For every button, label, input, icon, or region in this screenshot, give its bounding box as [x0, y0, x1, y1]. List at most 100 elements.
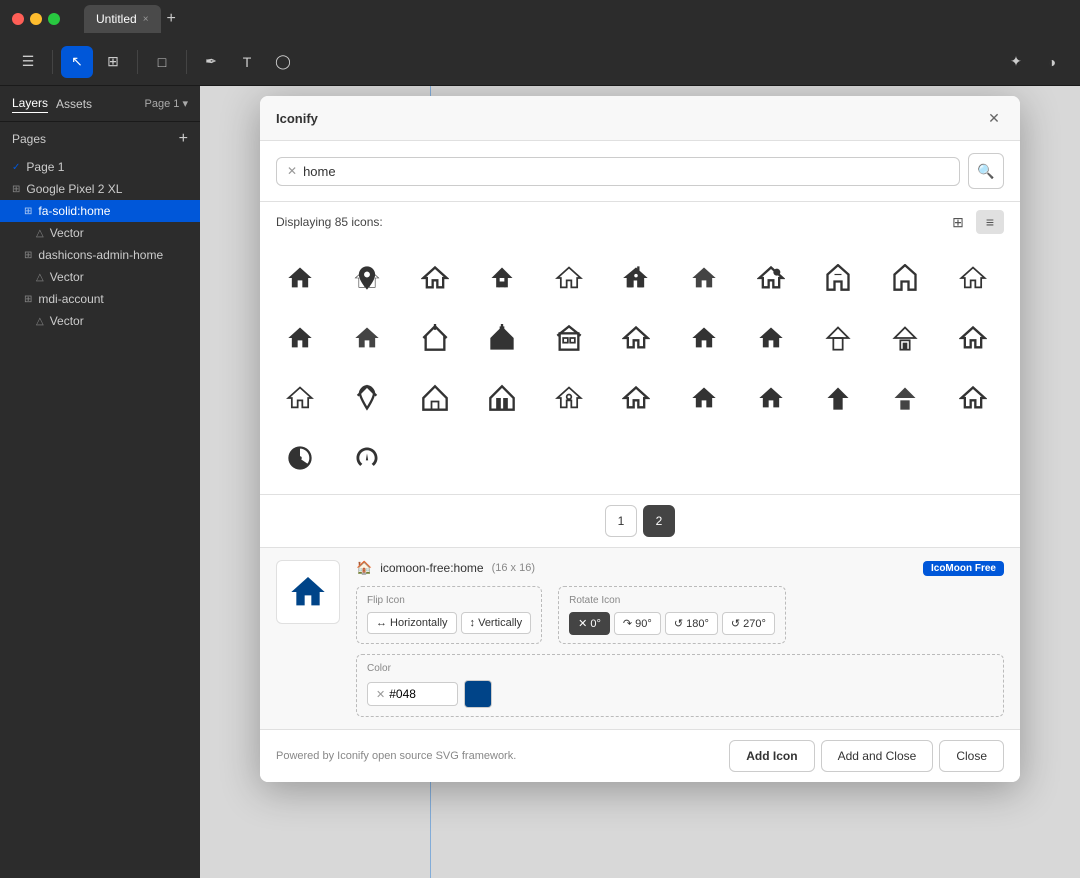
close-traffic-light[interactable] [12, 13, 24, 25]
maximize-traffic-light[interactable] [48, 13, 60, 25]
icon-cell-2[interactable] [339, 250, 395, 306]
color-label: Color [367, 663, 993, 674]
icon-cell-26[interactable] [474, 370, 530, 426]
assets-tab[interactable]: Assets [56, 95, 92, 113]
icon-cell-29[interactable] [676, 370, 732, 426]
icon-grid [260, 242, 1020, 495]
icon-cell-35[interactable] [339, 430, 395, 486]
comment-tool-button[interactable]: ◯ [267, 46, 299, 78]
icon-cell-12[interactable] [272, 310, 328, 366]
toolbar-right: ✦ ◑ [1000, 46, 1068, 78]
color-row: ✕ [367, 680, 993, 708]
frame-tool-icon: ⊞ [107, 53, 119, 70]
add-page-button[interactable]: + [179, 130, 188, 148]
icon-cell-32[interactable] [877, 370, 933, 426]
page-indicator: Page 1 ▾ [145, 97, 188, 110]
sidebar-layer-vector-1[interactable]: △ Vector [0, 222, 200, 244]
page-1-button[interactable]: 1 [605, 505, 637, 537]
icon-cell-20[interactable] [810, 310, 866, 366]
layers-tab[interactable]: Layers [12, 94, 48, 113]
icon-cell-4[interactable] [474, 250, 530, 306]
icon-cell-10[interactable] [877, 250, 933, 306]
icon-cell-11[interactable] [945, 250, 1001, 306]
icon-cell-24[interactable] [339, 370, 395, 426]
icon-cell-1[interactable] [272, 250, 328, 306]
icon-cell-5[interactable] [541, 250, 597, 306]
page-2-button[interactable]: 2 [643, 505, 675, 537]
flip-horizontal-button[interactable]: ↔ Horizontally [367, 612, 457, 634]
dialog-title: Iconify [276, 111, 318, 126]
icon-cell-31[interactable] [810, 370, 866, 426]
shape-tool-button[interactable]: □ [146, 46, 178, 78]
tab-label: Untitled [96, 12, 137, 26]
dialog-header: Iconify ✕ [260, 96, 1020, 141]
icon-cell-6[interactable] [608, 250, 664, 306]
tab-close-icon[interactable]: × [143, 14, 149, 25]
icon-cell-23[interactable] [272, 370, 328, 426]
sidebar-layer-vector-3[interactable]: △ Vector [0, 310, 200, 332]
add-icon-button[interactable]: Add Icon [729, 740, 814, 772]
rotate-90-button[interactable]: ↷ 90° [614, 612, 661, 635]
icon-cell-30[interactable] [743, 370, 799, 426]
menu-button[interactable]: ☰ [12, 46, 44, 78]
icon-cell-14[interactable] [407, 310, 463, 366]
new-tab-button[interactable]: + [167, 10, 176, 28]
action-buttons: Add Icon Add and Close Close [729, 740, 1004, 772]
component-button[interactable]: ✦ [1000, 46, 1032, 78]
minimize-traffic-light[interactable] [30, 13, 42, 25]
theme-button[interactable]: ◑ [1036, 46, 1068, 78]
text-tool-button[interactable]: T [231, 46, 263, 78]
selected-icon-size: (16 x 16) [492, 562, 535, 574]
dialog-close-button[interactable]: ✕ [984, 108, 1004, 128]
frame-icon: ⊞ [12, 184, 20, 195]
rotate-buttons: ✕ 0° ↷ 90° ↺ 180° ↺ 270° [569, 612, 775, 635]
select-tool-button[interactable]: ↖ [61, 46, 93, 78]
rotate-270-button[interactable]: ↺ 270° [722, 612, 775, 635]
icon-cell-8[interactable] [743, 250, 799, 306]
rotate-0-button[interactable]: ✕ 0° [569, 612, 610, 635]
icon-cell-27[interactable] [541, 370, 597, 426]
icon-cell-16[interactable] [541, 310, 597, 366]
icon-cell-33[interactable] [945, 370, 1001, 426]
icon-cell-15[interactable] [474, 310, 530, 366]
pen-tool-button[interactable]: ✒ [195, 46, 227, 78]
sidebar-layer-mdi-account[interactable]: ⊞ mdi-account [0, 288, 200, 310]
color-swatch[interactable] [464, 680, 492, 708]
search-input[interactable] [303, 164, 949, 179]
rotate-180-button[interactable]: ↺ 180° [665, 612, 718, 635]
color-input[interactable] [389, 687, 449, 701]
theme-icon: ◑ [1048, 54, 1056, 70]
grid-view-button[interactable]: ⊞ [944, 210, 972, 234]
color-clear-icon[interactable]: ✕ [376, 688, 385, 701]
layer-label-dashicons: dashicons-admin-home [38, 248, 163, 262]
powered-by-text: Powered by Iconify open source SVG frame… [276, 750, 516, 762]
frame-tool-button[interactable]: ⊞ [97, 46, 129, 78]
sidebar-layer-google-pixel[interactable]: ⊞ Google Pixel 2 XL [0, 178, 200, 200]
component-icon: ✦ [1010, 53, 1022, 70]
icon-cell-19[interactable] [743, 310, 799, 366]
icon-cell-13[interactable] [339, 310, 395, 366]
sidebar-layer-dashicons[interactable]: ⊞ dashicons-admin-home [0, 244, 200, 266]
icon-cell-34[interactable] [272, 430, 328, 486]
icon-cell-22[interactable] [945, 310, 1001, 366]
sidebar-layer-vector-2[interactable]: △ Vector [0, 266, 200, 288]
pages-label: Pages [12, 132, 46, 146]
flip-vertical-button[interactable]: ↕ Vertically [461, 612, 532, 634]
active-tab[interactable]: Untitled × [84, 5, 161, 33]
icon-cell-21[interactable] [877, 310, 933, 366]
sidebar-item-page1[interactable]: ✓ Page 1 [0, 156, 200, 178]
search-button[interactable]: 🔍 [968, 153, 1004, 189]
icon-cell-18[interactable] [676, 310, 732, 366]
icon-cell-3[interactable] [407, 250, 463, 306]
search-clear-icon[interactable]: ✕ [287, 164, 297, 178]
color-control-group: Color ✕ [356, 654, 1004, 717]
icon-cell-7[interactable] [676, 250, 732, 306]
sidebar-layer-fa-solid-home[interactable]: ⊞ fa-solid:home [0, 200, 200, 222]
icon-cell-17[interactable] [608, 310, 664, 366]
icon-cell-25[interactable] [407, 370, 463, 426]
icon-cell-9[interactable] [810, 250, 866, 306]
icon-cell-28[interactable] [608, 370, 664, 426]
list-view-button[interactable]: ≡ [976, 210, 1004, 234]
add-and-close-button[interactable]: Add and Close [821, 740, 934, 772]
close-button[interactable]: Close [939, 740, 1004, 772]
